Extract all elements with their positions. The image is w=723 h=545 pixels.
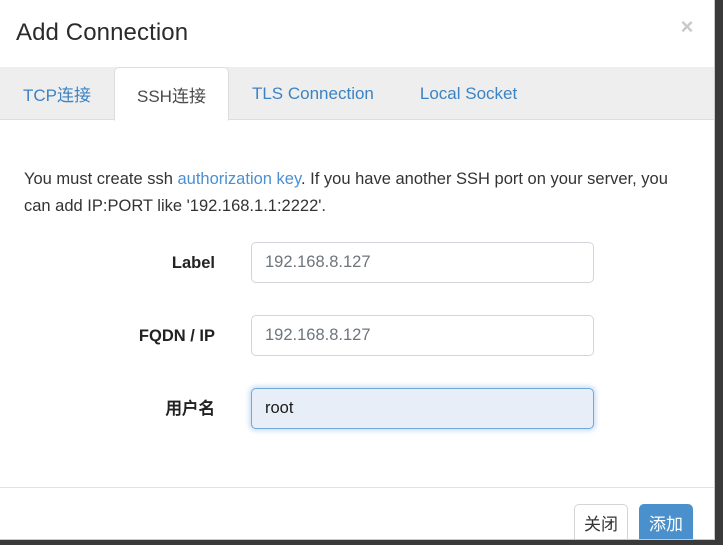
label-field-label: Label [171,254,215,272]
dialog-header: Add Connection × [0,0,714,67]
tab-bar: TCP连接 SSH连接 TLS Connection Local Socket [0,67,714,121]
tab-local-socket[interactable]: Local Socket [397,67,540,120]
form-row-username: 用户名 [0,388,714,430]
dialog-body: You must create ssh authorization key. I… [0,120,714,487]
help-text: You must create ssh authorization key. I… [24,166,692,220]
authorization-key-link[interactable]: authorization key [177,170,301,188]
footer-button-group: 关闭 添加 [574,504,693,539]
username-input[interactable] [251,388,594,429]
tab-tcp-connection[interactable]: TCP连接 [10,67,114,120]
add-button[interactable]: 添加 [639,504,693,539]
fqdn-ip-input[interactable] [251,315,594,356]
username-field-label: 用户名 [165,400,216,418]
label-input[interactable] [251,242,594,283]
add-connection-dialog: Add Connection × TCP连接 SSH连接 TLS Connect… [0,0,715,540]
fqdn-ip-field-label: FQDN / IP [138,327,215,345]
form-row-fqdn-ip: FQDN / IP [0,315,714,357]
help-text-before: You must create ssh [24,169,178,188]
tab-tls-connection[interactable]: TLS Connection [229,67,397,120]
form-row-label: Label [0,242,714,284]
dialog-footer: 关闭 添加 CSDN @NeaWalke [0,487,714,539]
tab-ssh-connection[interactable]: SSH连接 [114,67,229,121]
page-title: Add Connection [16,19,189,46]
close-icon[interactable]: × [674,14,700,40]
close-button[interactable]: 关闭 [574,504,628,539]
